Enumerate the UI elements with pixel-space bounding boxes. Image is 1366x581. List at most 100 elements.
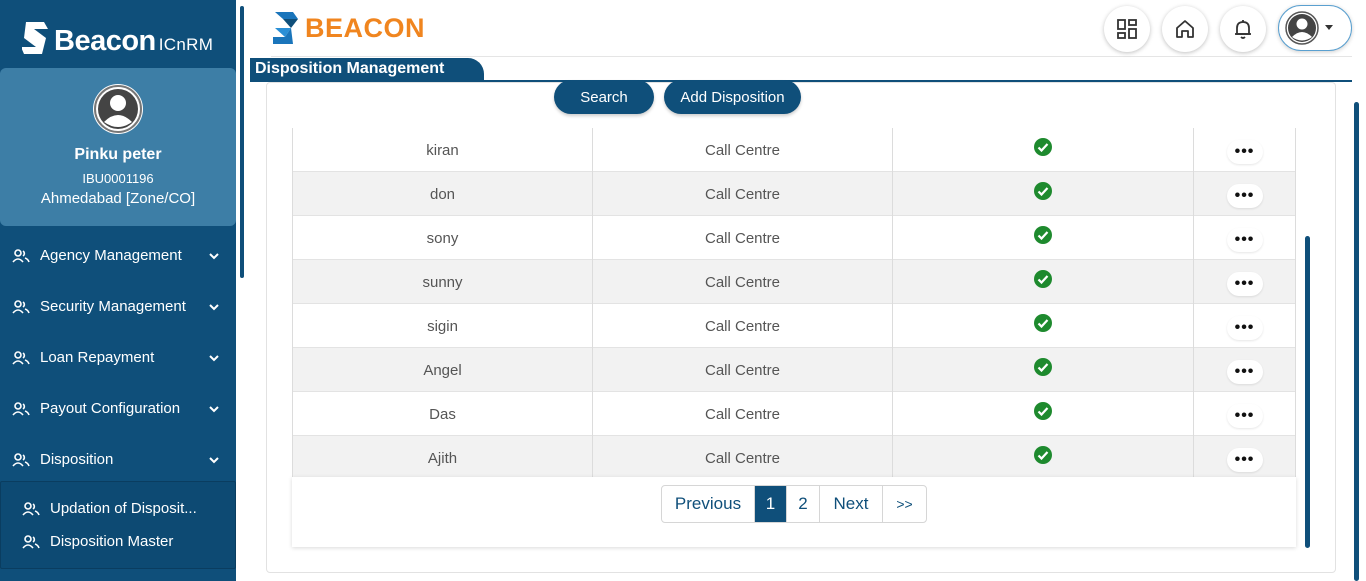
row-actions-button[interactable]: ••• xyxy=(1226,448,1263,472)
sidebar-item-security-management[interactable]: Security Management xyxy=(0,287,236,327)
page-scrollbar[interactable] xyxy=(1354,102,1359,581)
cell-type: Call Centre xyxy=(593,348,893,392)
users-icon xyxy=(22,535,40,549)
sidebar-item-payout-configuration[interactable]: Payout Configuration xyxy=(0,389,236,429)
users-icon xyxy=(12,249,30,263)
user-menu-button[interactable] xyxy=(1278,5,1352,51)
user-profile-card: Pinku peter IBU0001196 Ahmedabad [Zone/C… xyxy=(0,68,236,226)
chevron-down-icon xyxy=(209,253,219,260)
cell-type: Call Centre xyxy=(593,216,893,260)
chevron-down-icon xyxy=(209,355,219,362)
submenu-item-disposition-master[interactable]: Disposition Master xyxy=(1,529,237,555)
beacon-logo-icon xyxy=(273,12,298,44)
cell-actions: ••• xyxy=(1194,128,1296,172)
cell-actions: ••• xyxy=(1194,260,1296,304)
users-icon xyxy=(12,453,30,467)
cell-type: Call Centre xyxy=(593,436,893,480)
cell-type: Call Centre xyxy=(593,392,893,436)
apps-button[interactable] xyxy=(1104,6,1150,52)
check-circle-icon xyxy=(1034,138,1052,156)
row-actions-button[interactable]: ••• xyxy=(1226,184,1263,208)
row-actions-button[interactable]: ••• xyxy=(1226,272,1263,296)
sidebar-item-label: Payout Configuration xyxy=(40,400,181,417)
caret-down-icon xyxy=(1325,25,1333,30)
users-icon xyxy=(22,502,40,516)
pagination-page-2[interactable]: 2 xyxy=(787,486,820,522)
profile-name: Pinku peter xyxy=(74,146,162,163)
grid-icon xyxy=(1117,19,1137,39)
cell-name: kiran xyxy=(292,128,593,172)
table-row: Angel Call Centre ••• xyxy=(292,348,1296,392)
header-divider xyxy=(271,56,1352,57)
search-button[interactable]: Search xyxy=(554,80,654,114)
cell-actions: ••• xyxy=(1194,172,1296,216)
table-row: sigin Call Centre ••• xyxy=(292,304,1296,348)
check-circle-icon xyxy=(1034,314,1052,332)
home-icon xyxy=(1176,20,1194,38)
cell-actions: ••• xyxy=(1194,216,1296,260)
table-scrollbar[interactable] xyxy=(1305,236,1310,548)
cell-type: Call Centre xyxy=(593,128,893,172)
profile-location: Ahmedabad [Zone/CO] xyxy=(40,190,196,207)
brand-logo: Beacon ICnRM xyxy=(21,16,213,56)
cell-status xyxy=(893,304,1194,348)
check-circle-icon xyxy=(1034,182,1052,200)
cell-name: sigin xyxy=(292,304,593,348)
header-logo[interactable]: BEACON xyxy=(271,10,425,46)
cell-type: Call Centre xyxy=(593,304,893,348)
cell-status xyxy=(893,348,1194,392)
sidebar-item-agency-management[interactable]: Agency Management xyxy=(0,236,236,276)
cell-name: sony xyxy=(292,216,593,260)
sidebar-item-label: Loan Repayment xyxy=(40,349,155,366)
table-row: Ajith Call Centre ••• xyxy=(292,436,1296,480)
cell-status xyxy=(893,436,1194,480)
pagination-previous[interactable]: Previous xyxy=(662,486,755,522)
row-actions-button[interactable]: ••• xyxy=(1226,228,1263,252)
sidebar: Beacon ICnRM Pinku peter IBU0001196 Ahme… xyxy=(0,0,236,581)
cell-name: Ajith xyxy=(292,436,593,480)
submenu-item-updation-of-disposition[interactable]: Updation of Disposit... xyxy=(1,496,237,522)
chevron-down-icon xyxy=(209,457,219,464)
cell-name: Angel xyxy=(292,348,593,392)
cell-status xyxy=(893,216,1194,260)
cell-actions: ••• xyxy=(1194,436,1296,480)
cell-status xyxy=(893,128,1194,172)
row-actions-button[interactable]: ••• xyxy=(1226,140,1263,164)
profile-id: IBU0001196 xyxy=(82,171,154,186)
cell-actions: ••• xyxy=(1194,304,1296,348)
users-icon xyxy=(12,300,30,314)
pagination-last[interactable]: >> xyxy=(883,486,926,522)
users-icon xyxy=(12,351,30,365)
cell-status xyxy=(893,172,1194,216)
avatar-icon xyxy=(93,84,143,134)
bell-icon xyxy=(1235,20,1251,39)
cell-type: Call Centre xyxy=(593,172,893,216)
header-brand-name: BEACON xyxy=(305,12,426,43)
check-circle-icon xyxy=(1034,270,1052,288)
beacon-logo-icon xyxy=(21,20,50,56)
sidebar-scrollbar[interactable] xyxy=(240,6,244,278)
add-disposition-button[interactable]: Add Disposition xyxy=(664,80,801,114)
row-actions-button[interactable]: ••• xyxy=(1226,360,1263,384)
pagination-next[interactable]: Next xyxy=(820,486,883,522)
row-actions-button[interactable]: ••• xyxy=(1226,316,1263,340)
sidebar-item-label: Agency Management xyxy=(40,247,182,264)
page-title: Disposition Management xyxy=(250,58,484,82)
table-row: sony Call Centre ••• xyxy=(292,216,1296,260)
cell-status xyxy=(893,392,1194,436)
submenu-item-label: Disposition Master xyxy=(50,533,174,550)
notifications-button[interactable] xyxy=(1220,6,1266,52)
sidebar-item-label: Disposition xyxy=(40,451,114,468)
check-circle-icon xyxy=(1034,446,1052,464)
pagination-page-1[interactable]: 1 xyxy=(755,486,787,522)
cell-name: sunny xyxy=(292,260,593,304)
sidebar-item-disposition[interactable]: Disposition xyxy=(0,440,236,480)
sidebar-item-label: Security Management xyxy=(40,298,186,315)
check-circle-icon xyxy=(1034,226,1052,244)
home-button[interactable] xyxy=(1162,6,1208,52)
table-row: sunny Call Centre ••• xyxy=(292,260,1296,304)
disposition-submenu: Updation of Disposit... Disposition Mast… xyxy=(0,481,236,569)
row-actions-button[interactable]: ••• xyxy=(1226,404,1263,428)
table-row: kiran Call Centre ••• xyxy=(292,128,1296,172)
sidebar-item-loan-repayment[interactable]: Loan Repayment xyxy=(0,338,236,378)
